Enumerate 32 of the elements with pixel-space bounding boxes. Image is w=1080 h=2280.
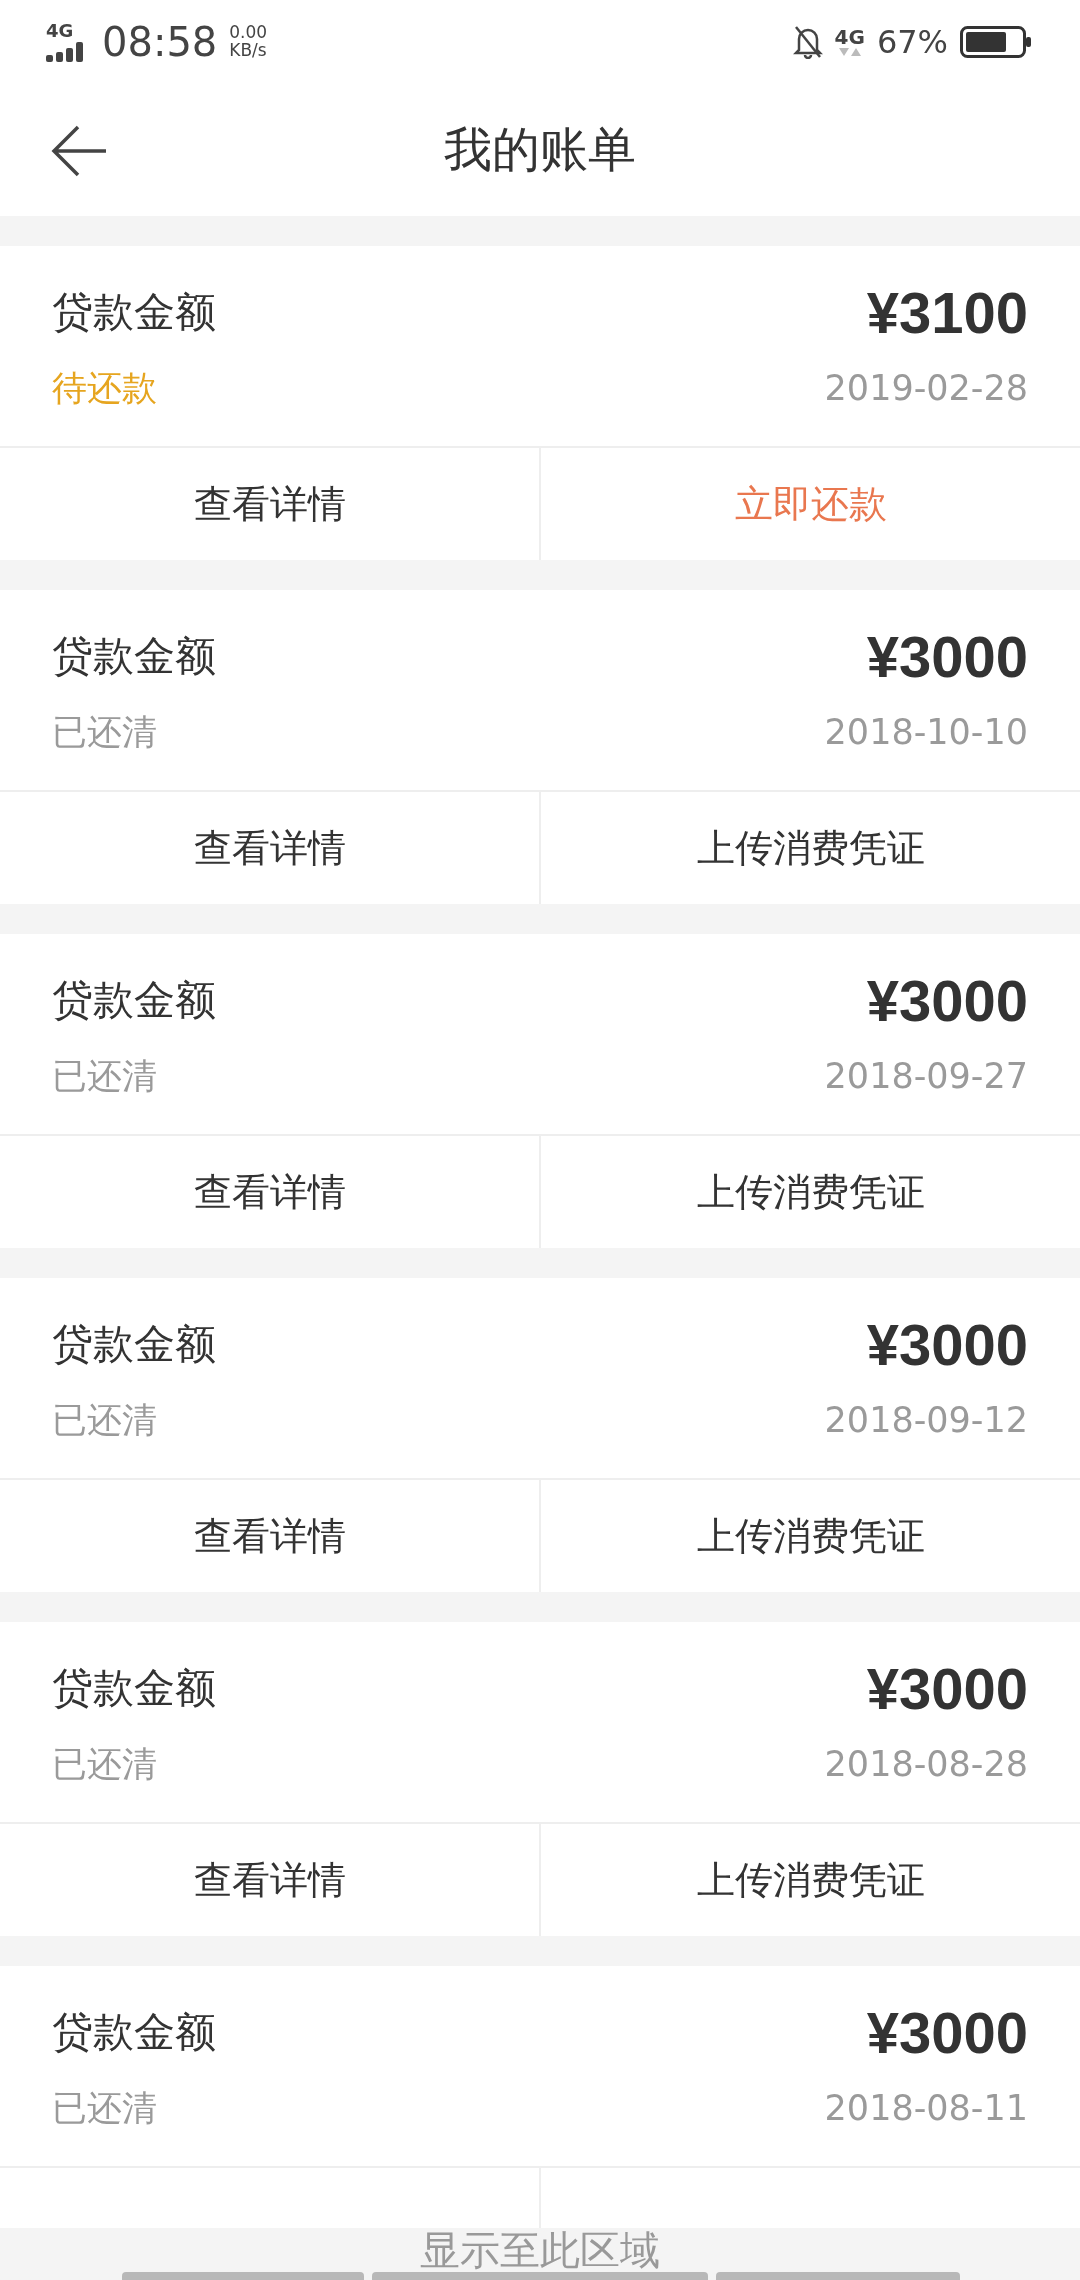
network-speed: 0.00: [229, 24, 268, 42]
network-type: 4G: [46, 22, 74, 40]
loan-amount: ¥3000: [866, 1654, 1028, 1722]
bill-date: 2018-09-27: [824, 1056, 1028, 1096]
battery-percent: 67%: [876, 23, 948, 61]
repayment-status: 待还款: [52, 366, 157, 410]
loan-amount: ¥3000: [866, 1998, 1028, 2066]
page-title: 我的账单: [444, 120, 636, 179]
loan-amount: ¥3100: [866, 278, 1028, 346]
bill-date: 2018-08-11: [824, 2088, 1028, 2128]
data-network-type: 4G: [834, 27, 865, 47]
bill-date: 2018-08-28: [824, 1744, 1028, 1784]
bill-date: 2018-09-12: [824, 1400, 1028, 1440]
loan-amount-label: 贷款金额: [52, 1662, 216, 1714]
bill-date: 2018-10-10: [824, 712, 1028, 752]
repayment-status: 已还清: [52, 1742, 157, 1786]
loan-amount: ¥3000: [866, 966, 1028, 1034]
loan-amount-label: 贷款金额: [52, 2006, 216, 2058]
loan-amount: ¥3000: [866, 1310, 1028, 1378]
loan-amount-label: 贷款金额: [52, 630, 216, 682]
loan-amount-label: 贷款金额: [52, 286, 216, 338]
clock-time: 08:58: [102, 22, 218, 62]
repayment-status: 已还清: [52, 710, 157, 754]
speed-unit: KB/s: [229, 42, 268, 60]
loan-amount-label: 贷款金额: [52, 974, 216, 1026]
loan-amount-label: 贷款金额: [52, 1318, 216, 1370]
capture-hint: 显示至此区域: [420, 2228, 660, 2272]
repayment-status: 已还清: [52, 2086, 157, 2130]
repayment-status: 已还清: [52, 1054, 157, 1098]
bill-date: 2019-02-28: [824, 368, 1028, 408]
loan-amount: ¥3000: [866, 622, 1028, 690]
repayment-status: 已还清: [52, 1398, 157, 1442]
